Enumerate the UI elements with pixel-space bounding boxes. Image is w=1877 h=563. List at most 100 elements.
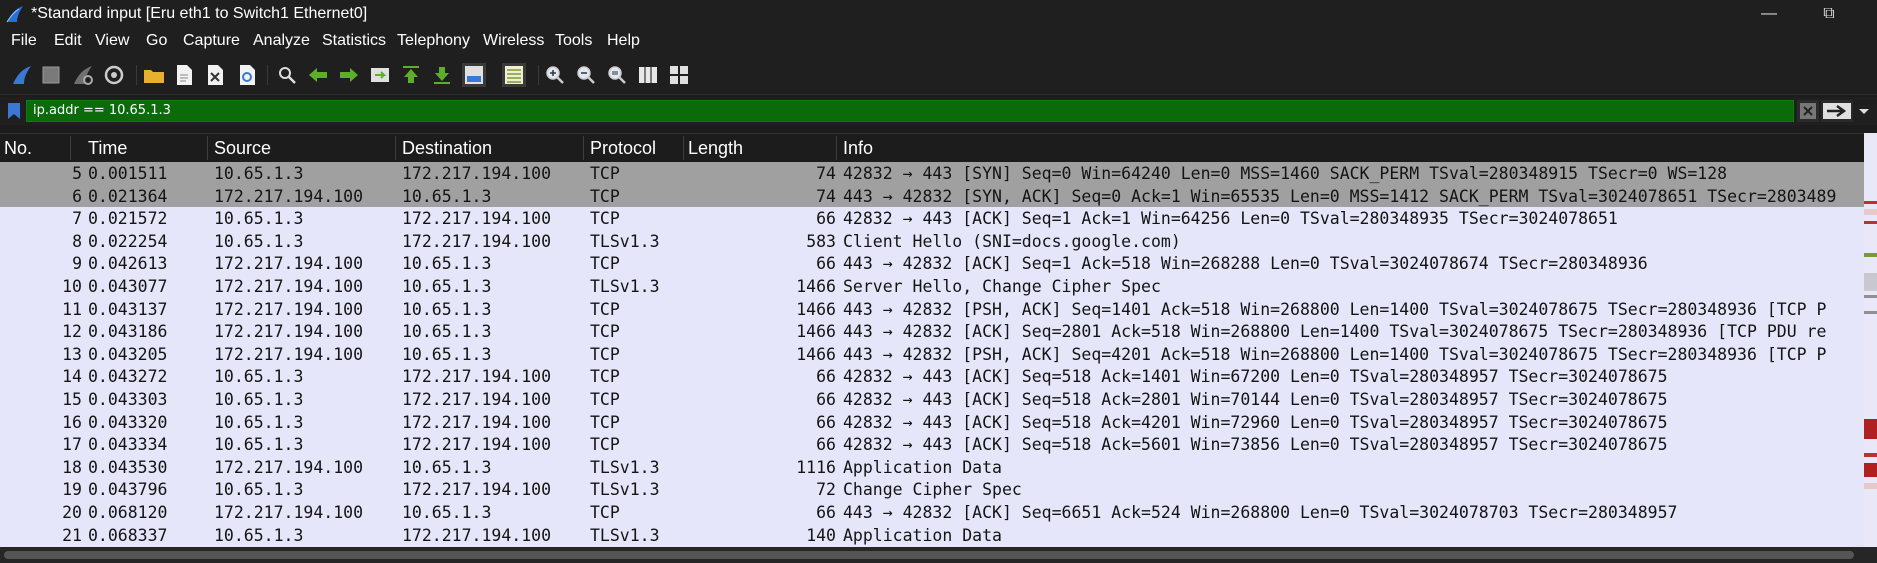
apply-filter-icon[interactable] — [1821, 100, 1853, 122]
menu-edit[interactable]: Edit — [54, 32, 82, 50]
open-file-icon[interactable] — [142, 63, 166, 87]
display-filter-input[interactable]: ip.addr == 10.65.1.3 — [26, 100, 1794, 122]
packet-row[interactable]: 8 0.022254 10.65.1.3 172.217.194.100 TLSv1.3… — [0, 230, 1864, 253]
packet-row[interactable]: 7 0.021572 10.65.1.3 172.217.194.100 TCP 66 42… — [0, 207, 1864, 230]
minimap-mark — [1864, 311, 1877, 314]
packet-row[interactable]: 18 0.043530 172.217.194.100 10.65.1.3 TLSv1.… — [0, 456, 1864, 479]
packet-row[interactable]: 15 0.043303 10.65.1.3 172.217.194.100 TCP 66 4… — [0, 388, 1864, 411]
packet-row[interactable]: 21 0.068337 10.65.1.3 172.217.194.100 TLSv1.… — [0, 524, 1864, 547]
packet-source: 10.65.1.3 — [214, 480, 304, 500]
menu-view[interactable]: View — [95, 32, 129, 50]
menu-capture[interactable]: Capture — [183, 32, 240, 50]
menu-statistics[interactable]: Statistics — [322, 32, 386, 50]
packet-info: Change Cipher Spec — [843, 480, 1022, 500]
column-divider[interactable] — [395, 136, 396, 160]
zoom-in-icon[interactable] — [543, 63, 567, 87]
go-back-icon[interactable] — [306, 63, 330, 87]
column-header-protocol[interactable]: Protocol — [590, 138, 656, 159]
packet-row[interactable]: 11 0.043137 172.217.194.100 10.65.1.3 TCP 146… — [0, 298, 1864, 321]
packet-row[interactable]: 20 0.068120 172.217.194.100 10.65.1.3 TCP 66 4… — [0, 501, 1864, 524]
resize-columns-icon[interactable] — [636, 63, 660, 87]
packet-no: 13 — [62, 344, 82, 364]
packet-list[interactable]: 5 0.001511 10.65.1.3 172.217.194.100 TCP 74 42… — [0, 162, 1864, 547]
column-header-destination[interactable]: Destination — [402, 138, 492, 159]
packet-protocol: TCP — [590, 390, 620, 409]
packet-time: 0.043272 — [88, 367, 168, 387]
chevron-down-icon[interactable] — [1855, 100, 1873, 122]
column-divider[interactable] — [207, 136, 208, 160]
packet-row[interactable]: 13 0.043205 172.217.194.100 10.65.1.3 TCP 146… — [0, 343, 1864, 366]
packet-row[interactable]: 16 0.043320 10.65.1.3 172.217.194.100 TCP 66 4… — [0, 411, 1864, 434]
packet-source: 10.65.1.3 — [214, 209, 304, 229]
packet-protocol: TLSv1.3 — [590, 480, 660, 500]
menu-help[interactable]: Help — [607, 32, 640, 50]
menu-go[interactable]: Go — [146, 32, 167, 50]
save-file-icon[interactable] — [172, 63, 196, 87]
zoom-normal-icon[interactable] — [605, 63, 629, 87]
bookmark-icon[interactable] — [7, 102, 21, 120]
packet-row[interactable]: 5 0.001511 10.65.1.3 172.217.194.100 TCP 74 42… — [0, 162, 1864, 185]
menu-file[interactable]: File — [11, 32, 37, 50]
capture-options-icon[interactable] — [102, 63, 126, 87]
minimize-icon[interactable]: — — [1747, 2, 1791, 26]
clear-filter-icon[interactable] — [1797, 100, 1819, 122]
packet-no: 5 — [72, 164, 82, 183]
packet-protocol: TCP — [590, 412, 620, 432]
packet-protocol: TCP — [590, 209, 620, 229]
packet-row[interactable]: 6 0.021364 172.217.194.100 10.65.1.3 TCP 74 44… — [0, 184, 1864, 208]
auto-scroll-icon[interactable] — [462, 63, 486, 87]
toolbar-separator — [538, 65, 539, 85]
packet-info: 42832 → 443 [ACK] Seq=518 Ack=5601 Win=7… — [843, 435, 1668, 455]
zoom-out-icon[interactable] — [574, 63, 598, 87]
packet-protocol: TLSv1.3 — [590, 457, 660, 477]
go-first-icon[interactable] — [399, 63, 423, 87]
menu-analyze[interactable]: Analyze — [253, 32, 310, 50]
packet-destination: 172.217.194.100 — [402, 209, 552, 229]
packet-info: 443 → 42832 [SYN, ACK] Seq=0 Ack=1 Win=6… — [843, 186, 1837, 206]
packet-length: 1466 — [796, 277, 836, 296]
menu-telephony[interactable]: Telephony — [397, 32, 470, 50]
restore-icon[interactable]: ⧉ — [1807, 2, 1851, 26]
column-header-source[interactable]: Source — [214, 138, 271, 159]
go-to-packet-icon[interactable] — [368, 63, 392, 87]
shark-fin-start-icon[interactable] — [10, 63, 34, 87]
packet-minimap-scrollbar[interactable] — [1864, 133, 1877, 547]
horizontal-scrollbar[interactable] — [0, 547, 1877, 563]
packet-row[interactable]: 19 0.043796 10.65.1.3 172.217.194.100 TLSv1.… — [0, 478, 1864, 501]
scrollbar-thumb[interactable] — [4, 551, 1854, 559]
column-divider[interactable] — [70, 136, 71, 160]
packet-length: 66 — [816, 390, 836, 409]
reload-file-icon[interactable] — [235, 63, 259, 87]
column-divider[interactable] — [836, 136, 837, 160]
go-last-icon[interactable] — [430, 63, 454, 87]
packet-no: 19 — [62, 480, 82, 500]
restart-capture-icon[interactable] — [71, 63, 95, 87]
packet-time: 0.043320 — [88, 412, 168, 432]
toolbar-separator — [136, 65, 137, 85]
packet-destination: 10.65.1.3 — [402, 186, 492, 206]
packet-source: 172.217.194.100 — [214, 299, 364, 319]
column-header-no[interactable]: No. — [4, 138, 32, 159]
column-header-time[interactable]: Time — [88, 138, 127, 159]
packet-row[interactable]: 10 0.043077 172.217.194.100 10.65.1.3 TLSv1.… — [0, 275, 1864, 298]
layout-icon[interactable] — [667, 63, 691, 87]
minimap-mark — [1864, 483, 1877, 489]
menu-wireless[interactable]: Wireless — [483, 32, 544, 50]
column-header-info[interactable]: Info — [843, 138, 873, 159]
packet-row[interactable]: 12 0.043186 172.217.194.100 10.65.1.3 TCP 146… — [0, 320, 1864, 343]
packet-source: 172.217.194.100 — [214, 186, 364, 206]
packet-row[interactable]: 9 0.042613 172.217.194.100 10.65.1.3 TCP 66 44… — [0, 252, 1864, 275]
packet-length: 1466 — [796, 322, 836, 342]
find-packet-icon[interactable] — [275, 63, 299, 87]
column-divider[interactable] — [583, 136, 584, 160]
packet-row[interactable]: 14 0.043272 10.65.1.3 172.217.194.100 TCP 66 4… — [0, 365, 1864, 388]
packet-length: 66 — [816, 503, 836, 522]
menu-tools[interactable]: Tools — [555, 32, 592, 50]
go-forward-icon[interactable] — [337, 63, 361, 87]
packet-row[interactable]: 17 0.043334 10.65.1.3 172.217.194.100 TCP 66 4… — [0, 433, 1864, 456]
colorize-icon[interactable] — [502, 63, 526, 87]
column-divider[interactable] — [683, 136, 684, 160]
stop-capture-icon[interactable] — [39, 63, 63, 87]
close-file-icon[interactable] — [203, 63, 227, 87]
column-header-length[interactable]: Length — [688, 138, 743, 159]
